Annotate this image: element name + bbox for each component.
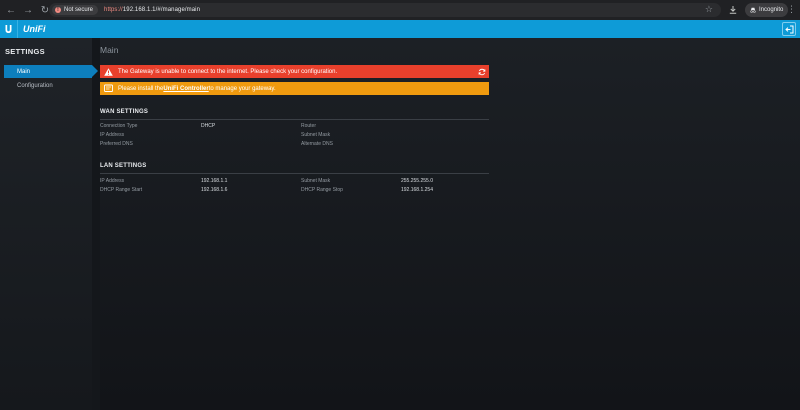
table-row: Connection Type DHCP Router bbox=[100, 123, 489, 132]
table-row: DHCP Range Start 192.168.1.6 DHCP Range … bbox=[100, 187, 489, 196]
back-icon[interactable]: ← bbox=[4, 3, 18, 17]
sidebar-item-main[interactable]: Main bbox=[4, 65, 98, 78]
field-label: IP Address bbox=[100, 178, 125, 184]
warning-icon: ! bbox=[55, 7, 61, 13]
sidebar-item-label: Main bbox=[17, 68, 31, 75]
field-value: 192.168.1.1 bbox=[201, 178, 228, 184]
warning-message-suffix: to manage your gateway. bbox=[208, 85, 276, 92]
table-row: IP Address 192.168.1.1 Subnet Mask 255.2… bbox=[100, 178, 489, 187]
url-scheme: https:// bbox=[104, 7, 123, 13]
incognito-badge[interactable]: Incognito bbox=[745, 3, 789, 17]
settings-sidebar: SETTINGS Main Configuration bbox=[0, 38, 98, 410]
lan-settings-title: LAN SETTINGS bbox=[100, 163, 147, 169]
table-row: Preferred DNS Alternate DNS bbox=[100, 141, 489, 150]
field-value: 192.168.1.254 bbox=[401, 187, 433, 193]
error-banner: The Gateway is unable to connect to the … bbox=[100, 65, 489, 78]
download-icon[interactable] bbox=[728, 6, 737, 15]
page-title: Main bbox=[100, 45, 119, 55]
field-label: Alternate DNS bbox=[301, 141, 333, 147]
field-value: 192.168.1.6 bbox=[201, 187, 228, 193]
wan-divider bbox=[100, 119, 489, 120]
refresh-icon[interactable] bbox=[478, 68, 486, 76]
field-label: Subnet Mask bbox=[301, 132, 331, 138]
table-row: IP Address Subnet Mask bbox=[100, 132, 489, 141]
incognito-icon bbox=[750, 7, 756, 13]
security-chip[interactable]: ! Not secure bbox=[52, 5, 99, 15]
warning-banner: Please install the UniFi Controller to m… bbox=[100, 82, 489, 95]
warning-triangle-icon bbox=[104, 67, 118, 76]
field-label: Router bbox=[301, 123, 317, 129]
field-label: Connection Type bbox=[100, 123, 138, 129]
sidebar-item-label: Configuration bbox=[17, 82, 53, 89]
bookmark-star-icon[interactable]: ☆ bbox=[705, 4, 713, 15]
url-path: 192.168.1.1/#/manage/main bbox=[122, 7, 201, 13]
browser-toolbar: ← → ↻ ! Not secure https://192.168.1.1/#… bbox=[0, 0, 800, 20]
sidebar-title: SETTINGS bbox=[5, 47, 45, 56]
main-panel: Main The Gateway is unable to connect to… bbox=[100, 38, 800, 410]
app-header: UniFi bbox=[0, 20, 800, 38]
profile-label: Incognito bbox=[759, 7, 784, 13]
browser-menu-icon[interactable]: ⋮ bbox=[787, 4, 796, 15]
address-bar[interactable]: ! Not secure https://192.168.1.1/#/manag… bbox=[49, 3, 721, 17]
field-label: DHCP Range Stop bbox=[301, 187, 343, 193]
security-chip-label: Not secure bbox=[64, 7, 94, 13]
unifi-controller-link[interactable]: UniFi Controller bbox=[163, 86, 208, 92]
brand-logo: UniFi bbox=[23, 24, 46, 34]
field-label: Subnet Mask bbox=[301, 178, 331, 184]
error-message: The Gateway is unable to connect to the … bbox=[118, 68, 338, 75]
logout-button[interactable] bbox=[782, 22, 796, 36]
field-label: Preferred DNS bbox=[100, 141, 133, 147]
lan-divider bbox=[100, 173, 489, 174]
info-icon bbox=[104, 84, 118, 93]
sidebar-item-configuration[interactable]: Configuration bbox=[4, 79, 92, 92]
url-text[interactable]: https://192.168.1.1/#/manage/main bbox=[104, 7, 200, 13]
field-value: 255.255.255.0 bbox=[401, 178, 433, 184]
warning-message-prefix: Please install the bbox=[118, 85, 164, 92]
field-value: DHCP bbox=[201, 123, 216, 129]
ubiquiti-logo-icon[interactable] bbox=[0, 20, 18, 38]
wan-settings-title: WAN SETTINGS bbox=[100, 109, 149, 115]
forward-icon[interactable]: → bbox=[21, 3, 35, 17]
logout-icon bbox=[784, 25, 793, 33]
field-label: DHCP Range Start bbox=[100, 187, 143, 193]
field-label: IP Address bbox=[100, 132, 125, 138]
